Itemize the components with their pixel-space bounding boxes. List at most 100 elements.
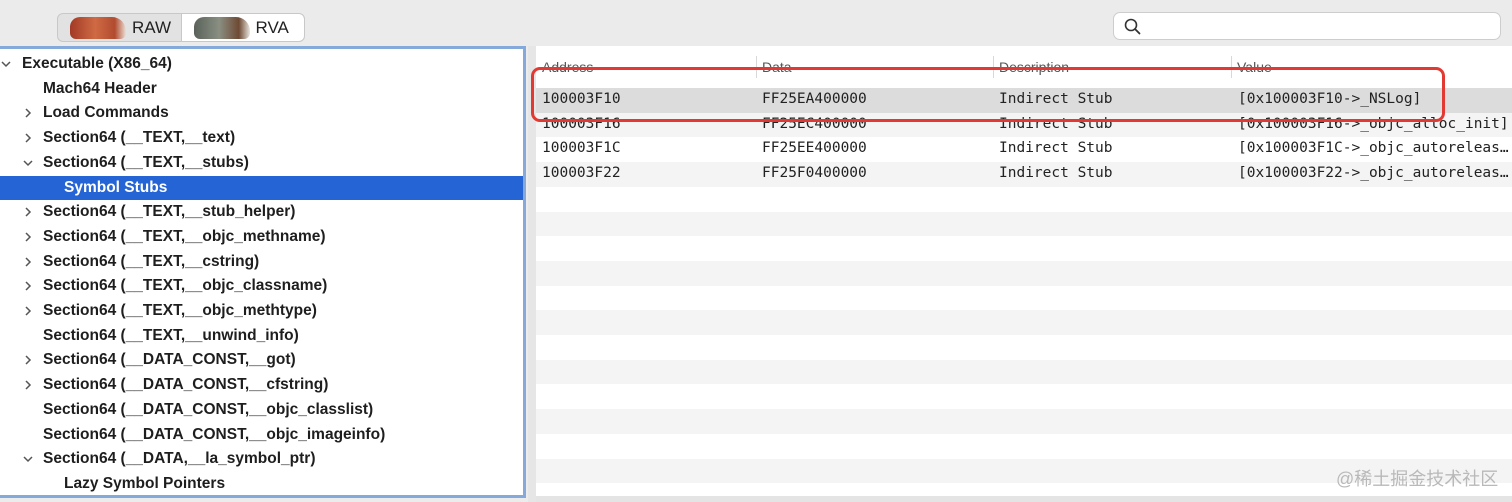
- tree-item-label: Load Commands: [43, 104, 169, 122]
- tree-item-label: Section64 (__DATA_CONST,__objc_imageinfo…: [43, 425, 386, 443]
- chevron-right-icon[interactable]: [22, 256, 34, 268]
- cell-address: 100003F10: [542, 91, 621, 107]
- chevron-down-icon[interactable]: [22, 453, 34, 465]
- tree-item[interactable]: Symbol Stubs: [0, 175, 523, 200]
- address-mode-segmented-control: RAW RVA: [57, 13, 305, 42]
- tree-item-label: Section64 (__TEXT,__objc_methname): [43, 227, 326, 245]
- table-row[interactable]: 100003F10 FF25EA400000 Indirect Stub [0x100…: [536, 88, 1512, 113]
- cell-description: Indirect Stub: [999, 165, 1113, 182]
- tree-item-label: Section64 (__DATA,__la_symbol_ptr): [43, 450, 316, 468]
- tree-item-label: Mach64 Header: [43, 79, 157, 97]
- empty-table-row: [536, 335, 1512, 360]
- tree-item[interactable]: Executable (X86_64): [0, 52, 523, 76]
- search-field[interactable]: [1113, 12, 1501, 40]
- empty-table-row: [536, 359, 1512, 385]
- empty-table-row: [536, 236, 1512, 261]
- structure-tree[interactable]: Executable (X86_64) Mach64 Header Load Com…: [0, 46, 526, 498]
- column-header-value[interactable]: Value: [1237, 59, 1272, 75]
- tree-item[interactable]: Load Commands: [0, 101, 523, 125]
- tree-item[interactable]: Section64 (__DATA_CONST,__cfstring): [0, 373, 523, 397]
- column-separator[interactable]: [993, 56, 994, 78]
- tree-item-label: Section64 (__TEXT,__text): [43, 129, 236, 147]
- table-row[interactable]: 100003F22 FF25F0400000 Indirect Stub [0x100…: [536, 162, 1512, 187]
- tree-item[interactable]: Section64 (__TEXT,__objc_classname): [0, 274, 523, 298]
- chevron-right-icon[interactable]: [22, 354, 34, 366]
- tree-item[interactable]: Section64 (__TEXT,__unwind_info): [0, 324, 523, 348]
- raw-mode-label: RAW: [132, 17, 172, 37]
- cell-description: Indirect Stub: [999, 115, 1113, 132]
- cell-value: [0x100003F10->_NSLog]: [1238, 91, 1422, 107]
- tree-item[interactable]: Section64 (__DATA_CONST,__objc_imageinfo…: [0, 423, 523, 447]
- rva-mode-icon: [193, 16, 250, 39]
- horizontal-scrollbar[interactable]: [536, 496, 1512, 502]
- tree-item-label: Section64 (__DATA_CONST,__cfstring): [43, 376, 329, 394]
- tree-item[interactable]: Mach64 Header: [0, 77, 523, 101]
- raw-mode-icon: [70, 16, 126, 39]
- empty-table-row: [536, 260, 1512, 286]
- chevron-right-icon[interactable]: [22, 305, 34, 317]
- tree-item-label: Lazy Symbol Pointers: [64, 474, 226, 492]
- tree-item-label: Executable (X86_64): [22, 55, 172, 72]
- cell-address: 100003F22: [542, 165, 621, 182]
- tree-item[interactable]: Section64 (__TEXT,__objc_methtype): [0, 299, 523, 323]
- tree-item[interactable]: Lazy Symbol Pointers: [0, 472, 523, 495]
- cell-data: FF25EA400000: [762, 91, 867, 107]
- chevron-right-icon[interactable]: [22, 206, 34, 218]
- chevron-right-icon[interactable]: [22, 379, 34, 391]
- tree-item[interactable]: Section64 (__DATA,__la_symbol_ptr): [0, 447, 523, 471]
- table-row[interactable]: 100003F16 FF25EC400000 Indirect Stub [0x100…: [536, 112, 1512, 138]
- cell-value: [0x100003F1C->_objc_autoreleasePoolPop]: [1238, 140, 1510, 157]
- chevron-right-icon[interactable]: [22, 132, 34, 144]
- tree-item-label: Symbol Stubs: [64, 178, 168, 196]
- empty-table-row: [536, 310, 1512, 335]
- search-input[interactable]: [1148, 16, 1493, 36]
- detail-table[interactable]: Address Data Description Value 100003F10…: [536, 46, 1512, 496]
- column-separator[interactable]: [1231, 56, 1232, 78]
- column-separator[interactable]: [756, 56, 757, 78]
- chevron-right-icon[interactable]: [22, 107, 34, 119]
- tree-item-label: Section64 (__DATA_CONST,__objc_classlist…: [43, 400, 374, 418]
- cell-description: Indirect Stub: [999, 91, 1113, 107]
- tree-item[interactable]: Section64 (__TEXT,__stub_helper): [0, 200, 523, 224]
- empty-table-row: [536, 434, 1512, 459]
- chevron-right-icon[interactable]: [22, 231, 34, 243]
- column-header-address[interactable]: Address: [542, 59, 593, 75]
- table-header: Address Data Description Value: [536, 46, 1512, 88]
- search-icon: [1124, 18, 1141, 35]
- tree-item[interactable]: Section64 (__TEXT,__text): [0, 126, 523, 150]
- tree-item-label: Section64 (__TEXT,__objc_methtype): [43, 302, 317, 319]
- tree-item[interactable]: Section64 (__DATA_CONST,__objc_classlist…: [0, 398, 523, 422]
- tree-item-label: Section64 (__TEXT,__stub_helper): [43, 203, 296, 221]
- rva-mode-button[interactable]: RVA: [180, 14, 304, 41]
- empty-table-row: [536, 409, 1512, 434]
- cell-data: FF25EE400000: [762, 140, 867, 157]
- cell-value: [0x100003F16->_objc_alloc_init]: [1238, 115, 1509, 132]
- empty-table-row: [536, 187, 1512, 212]
- cell-address: 100003F16: [542, 115, 621, 132]
- tree-item-label: Section64 (__DATA_CONST,__got): [43, 351, 296, 369]
- toolbar: RAW RVA: [0, 0, 1512, 46]
- watermark: @稀土掘金技术社区: [1336, 469, 1499, 489]
- chevron-down-icon[interactable]: [22, 157, 34, 169]
- cell-data: FF25F0400000: [762, 165, 867, 182]
- tree-item[interactable]: Section64 (__TEXT,__objc_methname): [0, 225, 523, 249]
- rva-mode-label: RVA: [255, 17, 289, 37]
- empty-table-row: [536, 286, 1512, 311]
- raw-mode-button[interactable]: RAW: [58, 14, 181, 41]
- column-header-description[interactable]: Description: [999, 59, 1069, 75]
- empty-table-row: [536, 211, 1512, 237]
- column-header-data[interactable]: Data: [762, 59, 792, 75]
- cell-description: Indirect Stub: [999, 140, 1113, 157]
- tree-item-label: Section64 (__TEXT,__unwind_info): [43, 326, 299, 344]
- chevron-down-icon[interactable]: [0, 58, 12, 70]
- tree-item-label: Section64 (__TEXT,__cstring): [43, 252, 260, 270]
- chevron-right-icon[interactable]: [22, 280, 34, 292]
- tree-item[interactable]: Section64 (__TEXT,__stubs): [0, 151, 523, 175]
- cell-value: [0x100003F22->_objc_autoreleasePoolPush]: [1238, 165, 1510, 182]
- table-row[interactable]: 100003F1C FF25EE400000 Indirect Stub [0x100…: [536, 137, 1512, 162]
- tree-item-label: Section64 (__TEXT,__stubs): [43, 153, 249, 171]
- tree-item-label: Section64 (__TEXT,__objc_classname): [43, 277, 328, 295]
- split-view-divider[interactable]: [528, 46, 536, 502]
- tree-item[interactable]: Section64 (__TEXT,__cstring): [0, 250, 523, 274]
- tree-item[interactable]: Section64 (__DATA_CONST,__got): [0, 348, 523, 372]
